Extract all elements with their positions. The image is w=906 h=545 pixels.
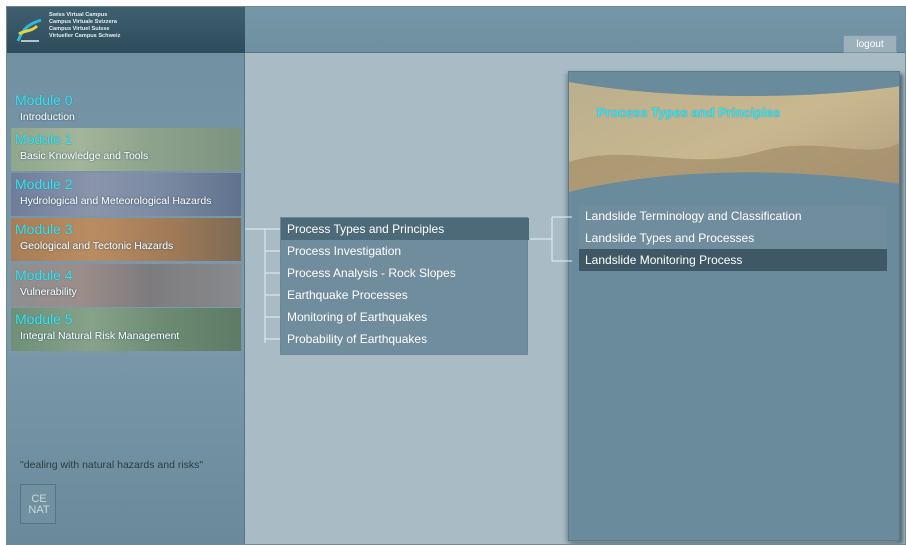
module-subtitle: Basic Knowledge and Tools <box>20 150 149 162</box>
module-subtitle: Hydrological and Meteorological Hazards <box>20 195 212 207</box>
sidebar: Swiss Virtual Campus Campus Virtuale Svi… <box>7 7 245 544</box>
app-window: Swiss Virtual Campus Campus Virtuale Svi… <box>6 6 906 545</box>
topic-item-types-processes[interactable]: Landslide Types and Processes <box>579 227 887 249</box>
tagline: "dealing with natural hazards and risks" <box>20 459 204 471</box>
module-3-link[interactable]: Module 3 Geological and Tectonic Hazards <box>11 218 241 261</box>
logo-line: Swiss Virtual Campus <box>49 12 108 18</box>
logout-button[interactable]: logout <box>843 35 897 53</box>
logo-line: Virtueller Campus Schweiz <box>49 33 121 39</box>
top-bar: logout <box>245 7 905 53</box>
swiss-virtual-campus-logo-icon <box>16 18 42 42</box>
submodule-item-earthquake-processes[interactable]: Earthquake Processes <box>281 284 529 306</box>
submodule-item-process-analysis[interactable]: Process Analysis - Rock Slopes <box>281 262 529 284</box>
module-title: Module 0 <box>15 92 73 108</box>
logo-line: Campus Virtuel Suisse <box>49 26 110 32</box>
landscape-header-image <box>569 72 899 212</box>
logo-text: Swiss Virtual Campus Campus Virtuale Svi… <box>49 12 120 40</box>
logo-bar: Swiss Virtual Campus Campus Virtuale Svi… <box>7 7 245 53</box>
module-subtitle: Integral Natural Risk Management <box>20 330 180 342</box>
submodule-item-probability-earthquakes[interactable]: Probability of Earthquakes <box>281 328 529 350</box>
module-1-link[interactable]: Module 1 Basic Knowledge and Tools <box>11 128 241 171</box>
topic-item-terminology[interactable]: Landslide Terminology and Classification <box>579 205 887 227</box>
submodule-menu: Process Types and Principles Process Inv… <box>280 217 529 355</box>
module-0-link[interactable]: Module 0 Introduction <box>11 89 241 132</box>
topic-item-monitoring[interactable]: Landslide Monitoring Process <box>579 249 887 271</box>
module-title: Module 1 <box>15 131 73 147</box>
module-title: Module 3 <box>15 221 73 237</box>
module-subtitle: Geological and Tectonic Hazards <box>20 240 174 252</box>
module-subtitle: Introduction <box>20 111 75 123</box>
cenat-logo[interactable]: CE NAT <box>20 484 56 524</box>
module-title: Module 5 <box>15 311 73 327</box>
content-panel: Process Types and Principles <box>568 71 900 541</box>
module-5-link[interactable]: Module 5 Integral Natural Risk Managemen… <box>11 308 241 351</box>
module-title: Module 2 <box>15 176 73 192</box>
cenat-logo-text: CE NAT <box>28 493 50 516</box>
panel-title: Process Types and Principles <box>597 105 781 120</box>
submodule-item-process-types[interactable]: Process Types and Principles <box>281 218 529 240</box>
module-subtitle: Vulnerability <box>20 286 77 298</box>
mid-menu-tree-lines <box>245 228 283 343</box>
logo-line: Campus Virtuale Svizzera <box>49 19 117 25</box>
module-4-link[interactable]: Module 4 Vulnerability <box>11 264 241 307</box>
module-title: Module 4 <box>15 267 73 283</box>
right-menu-tree-lines <box>530 216 572 262</box>
topic-menu: Landslide Terminology and Classification… <box>579 205 887 271</box>
module-2-link[interactable]: Module 2 Hydrological and Meteorological… <box>11 173 241 216</box>
submodule-item-monitoring-earthquakes[interactable]: Monitoring of Earthquakes <box>281 306 529 328</box>
submodule-item-process-investigation[interactable]: Process Investigation <box>281 240 529 262</box>
